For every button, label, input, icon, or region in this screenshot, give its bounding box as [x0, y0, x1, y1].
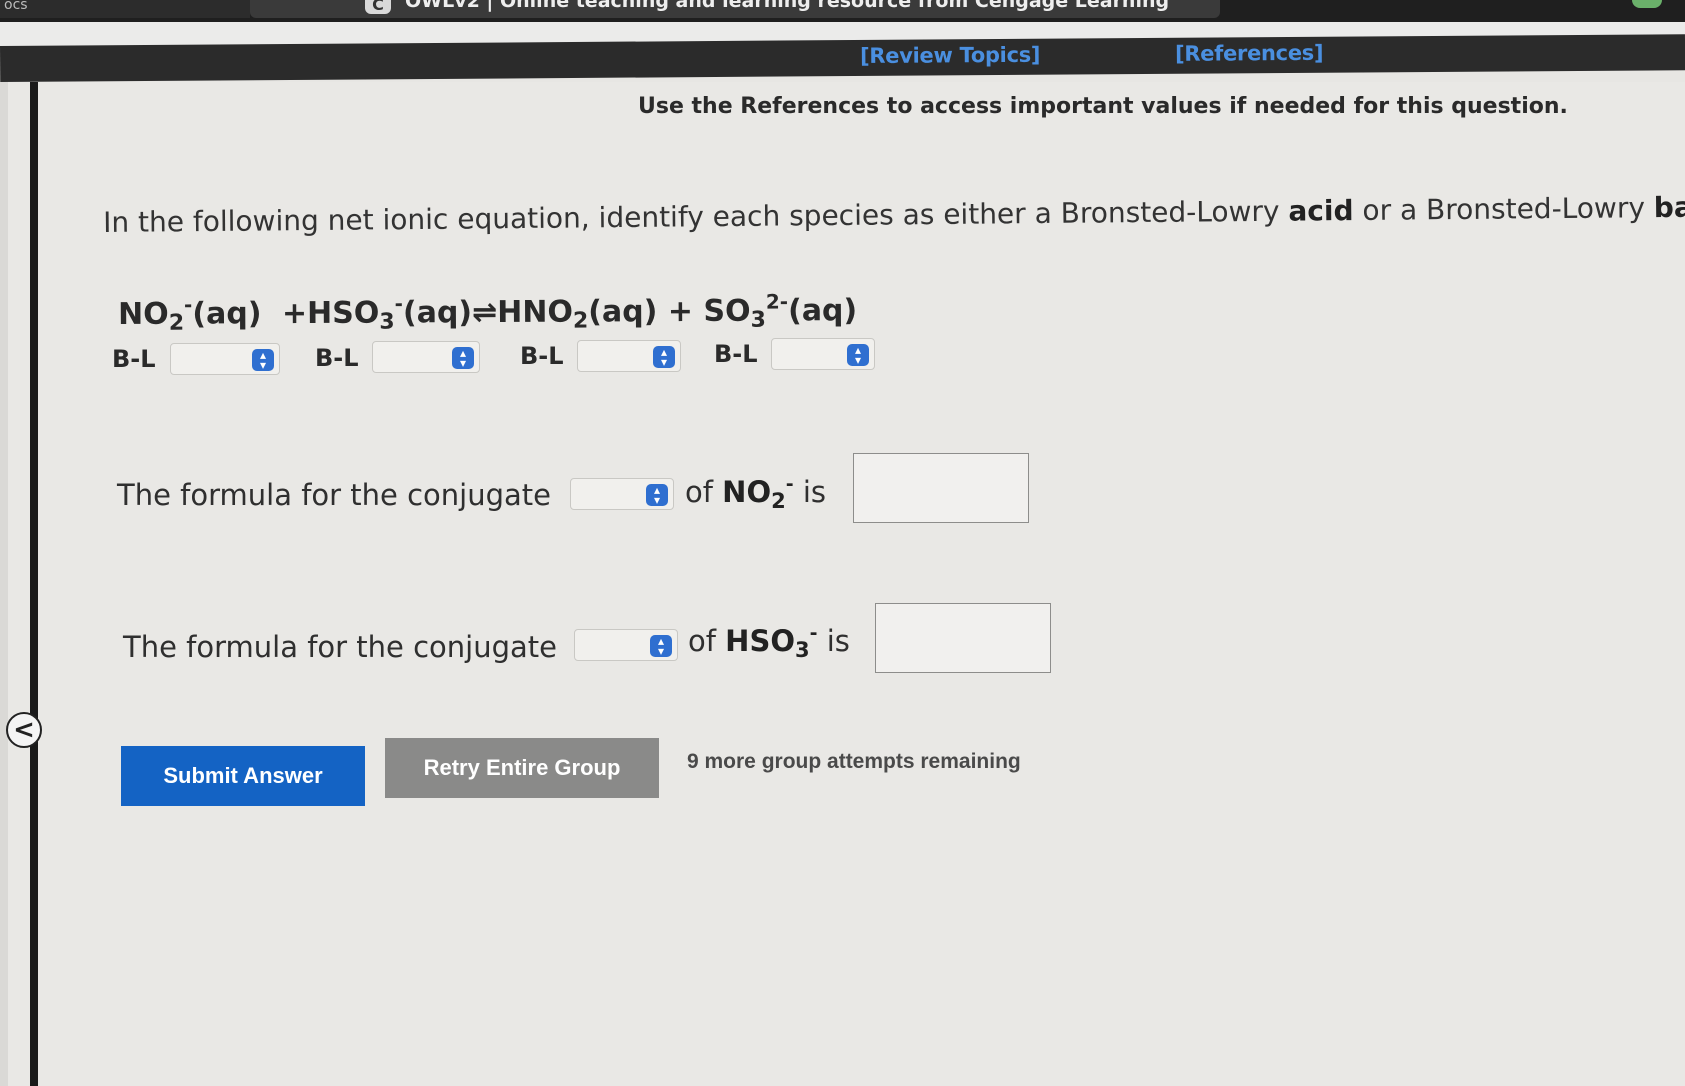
species-hno2: HNO2(aq) — [497, 294, 658, 333]
bl-label-2: B-L — [315, 344, 359, 372]
review-topics-link[interactable]: [Review Topics] — [860, 43, 1040, 68]
of-text: of — [685, 475, 723, 509]
is-text: is — [817, 624, 850, 658]
species-phase: (aq) — [588, 294, 658, 330]
species-hso3: HSO3-(aq) — [307, 291, 473, 335]
plus-sign: + — [657, 293, 704, 330]
screen-left-edge — [0, 82, 38, 1086]
bl-select-so3[interactable]: ▴ ▾ — [771, 338, 875, 370]
select-arrows-icon: ▴ ▾ — [646, 484, 668, 506]
select-arrows-icon: ▴ ▾ — [650, 635, 672, 657]
species-subscript: 3 — [750, 307, 766, 333]
species-formula: HSO — [725, 624, 795, 658]
bl-label-1: B-L — [112, 345, 156, 373]
species-subscript: 2 — [771, 489, 786, 513]
bl-label-4: B-L — [714, 340, 758, 368]
references-link[interactable]: [References] — [1175, 41, 1323, 66]
species-charge: - — [809, 622, 818, 644]
conjugate-species-2: of HSO3- is — [688, 622, 850, 662]
equilibrium-arrow-icon: ⇌ — [471, 295, 498, 331]
bl-select-hso3[interactable]: ▴ ▾ — [372, 341, 480, 373]
conjugate-prefix: The formula for the conjugate — [117, 478, 551, 512]
conjugate-question-1: The formula for the conjugate — [117, 478, 551, 512]
species-formula: NO — [118, 296, 169, 332]
species-phase: (aq) — [787, 293, 858, 329]
tab-label: ocs — [4, 0, 28, 13]
species-charge: - — [785, 473, 794, 495]
species-subscript: 2 — [168, 310, 185, 336]
conjugate-type-select-2[interactable]: ▴ ▾ — [574, 629, 678, 661]
plus-sign: + — [271, 296, 308, 332]
cengage-favicon-icon: C — [365, 0, 391, 14]
question-text-2: or a Bronsted-Lowry — [1353, 191, 1654, 227]
net-ionic-equation: NO2-(aq) +HSO3-(aq)⇌HNO2(aq) + SO32-(aq) — [118, 289, 857, 336]
species-subscript: 3 — [794, 638, 810, 662]
species-formula: HNO — [497, 294, 574, 331]
is-text: is — [793, 475, 827, 509]
back-arrow-button[interactable]: < — [6, 712, 42, 748]
species-formula: NO — [722, 475, 772, 509]
conjugate-answer-field-1[interactable] — [853, 453, 1029, 523]
species-phase: (aq) — [192, 296, 262, 332]
species-charge: 2- — [765, 289, 789, 314]
species-phase: (aq) — [402, 295, 473, 331]
select-arrows-icon: ▴ ▾ — [452, 347, 474, 369]
species-subscript: 2 — [572, 308, 589, 334]
browser-tab-bar: ocs C OWLv2 | Online teaching and learni… — [0, 0, 1685, 22]
bl-label-3: B-L — [520, 342, 564, 370]
select-arrows-icon: ▴ ▾ — [252, 349, 274, 371]
species-subscript: 3 — [379, 309, 395, 335]
species-formula: HSO — [307, 295, 380, 332]
select-arrows-icon: ▴ ▾ — [653, 346, 675, 368]
bl-select-hno2[interactable]: ▴ ▾ — [577, 340, 681, 372]
conjugate-species-1: of NO2- is — [685, 473, 826, 513]
conjugate-answer-field-2[interactable] — [875, 603, 1051, 673]
retry-entire-group-button[interactable]: Retry Entire Group — [385, 738, 659, 798]
bl-select-no2[interactable]: ▴ ▾ — [170, 343, 280, 375]
select-arrows-icon: ▴ ▾ — [847, 344, 869, 366]
browser-tab-title: OWLv2 | Online teaching and learning res… — [405, 0, 1170, 12]
browser-tab-previous[interactable]: ocs — [0, 0, 250, 18]
conjugate-question-2: The formula for the conjugate — [123, 630, 557, 664]
of-text: of — [688, 624, 726, 658]
browser-extension-icon[interactable] — [1632, 0, 1662, 8]
attempts-remaining-text: 9 more group attempts remaining — [687, 750, 1021, 773]
species-charge: - — [394, 291, 403, 316]
species-formula: SO — [703, 293, 751, 329]
question-acid: acid — [1288, 193, 1354, 228]
species-no2: NO2-(aq) — [118, 293, 262, 336]
species-so3: SO32-(aq) — [703, 289, 858, 332]
conjugate-prefix: The formula for the conjugate — [123, 630, 557, 664]
references-note: Use the References to access important v… — [638, 94, 1568, 119]
question-base: base — [1653, 190, 1685, 225]
browser-tab-active[interactable]: C OWLv2 | Online teaching and learning r… — [250, 0, 1220, 18]
conjugate-type-select-1[interactable]: ▴ ▾ — [570, 478, 674, 510]
submit-answer-button[interactable]: Submit Answer — [121, 746, 365, 806]
